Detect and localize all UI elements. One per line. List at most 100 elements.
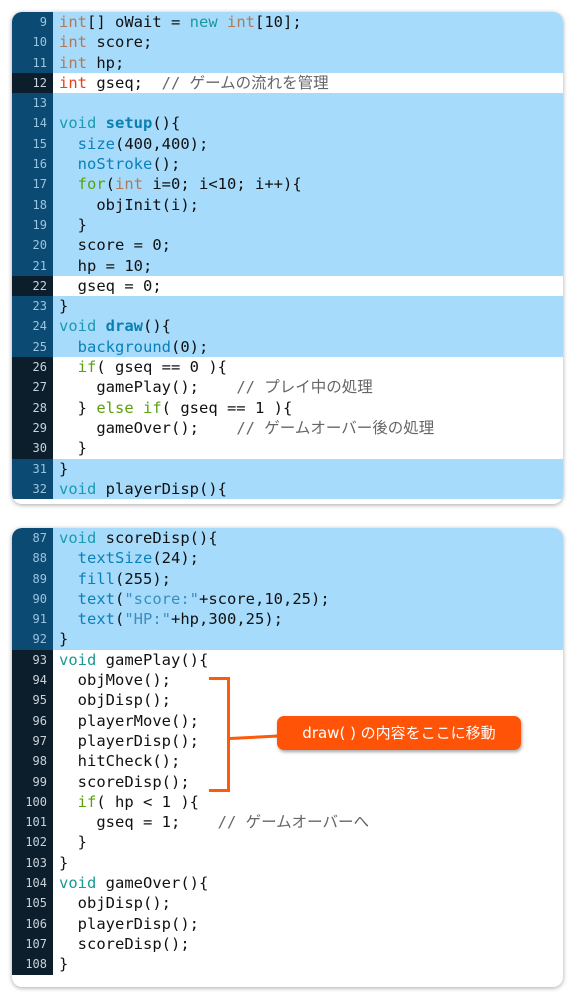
code-text: objMove(); <box>53 670 171 690</box>
code-line: 16 noStroke(); <box>12 154 563 175</box>
code-text: } else if( gseq == 1 ){ <box>53 398 293 418</box>
line-number: 25 <box>12 336 53 358</box>
code-token: void <box>59 479 97 498</box>
line-number: 15 <box>12 133 53 155</box>
code-line: 25 background(0); <box>12 336 563 358</box>
code-line: 103} <box>12 852 563 874</box>
code-text: } <box>53 832 87 852</box>
code-line: 19 } <box>12 214 563 236</box>
line-number: 103 <box>12 852 53 874</box>
line-number: 104 <box>12 873 53 894</box>
code-text: background(0); <box>53 337 209 357</box>
code-token: scoreDisp(); <box>59 934 190 953</box>
code-text: void draw(){ <box>53 316 171 336</box>
code-token: gameOver(){ <box>96 874 209 893</box>
code-text: textSize(24); <box>53 548 199 568</box>
code-text: } <box>53 215 87 235</box>
code-line: 105 objDisp(); <box>12 893 563 914</box>
code-line: 30 } <box>12 438 563 459</box>
line-number: 28 <box>12 397 53 418</box>
line-number: 101 <box>12 812 53 833</box>
code-text: text("HP:"+hp,300,25); <box>53 609 283 629</box>
code-token: (){ <box>143 317 171 336</box>
code-line: 106 playerDisp(); <box>12 913 563 934</box>
code-token: "score:" <box>124 589 199 608</box>
code-line: 32 void playerDisp(){ <box>12 478 563 500</box>
line-number: 91 <box>12 609 53 630</box>
code-line: 20 score = 0; <box>12 235 563 256</box>
line-number: 93 <box>12 649 53 671</box>
code-line: 12 int gseq; // ゲームの流れを管理 <box>12 72 563 94</box>
code-token: int <box>115 175 144 194</box>
code-token: objDisp(); <box>59 894 171 913</box>
code-line: 28 } else if( gseq == 1 ){ <box>12 397 563 418</box>
code-line: 26 if( gseq == 0 ){ <box>12 357 563 378</box>
code-text: if( gseq == 0 ){ <box>53 357 227 377</box>
code-token: playerDisp(){ <box>96 479 227 498</box>
line-number: 87 <box>12 528 53 549</box>
code-token: ( gseq == 0 ){ <box>96 358 227 377</box>
code-line: 87 void scoreDisp(){ <box>12 528 563 549</box>
code-line: 101 gseq = 1; // ゲームオーバーへ <box>12 812 563 833</box>
code-token: draw <box>105 317 143 336</box>
code-line: 93 void gamePlay(){ <box>12 649 563 671</box>
code-line: 95 objDisp(); <box>12 690 563 711</box>
code-line: 92} <box>12 629 563 650</box>
code-token: void <box>59 114 97 133</box>
code-text: hitCheck(); <box>53 751 181 771</box>
code-token: gamePlay(){ <box>96 650 209 669</box>
code-token: text <box>77 589 115 608</box>
code-token: } <box>59 398 97 417</box>
code-token: gamePlay(); <box>59 378 237 397</box>
code-panel-top: 9 int[] oWait = new int[10]; 10 int score; 1… <box>12 12 563 504</box>
line-number: 23 <box>12 296 53 317</box>
code-token: gseq; <box>87 73 162 92</box>
code-line: 100 if( hp < 1 ){ <box>12 791 563 813</box>
code-text: gseq = 0; <box>53 276 162 296</box>
code-token: text <box>77 610 115 629</box>
line-number: 94 <box>12 670 53 691</box>
code-token: int <box>59 73 87 92</box>
code-text: fill(255); <box>53 569 171 589</box>
code-line: 102 } <box>12 832 563 853</box>
code-token: noStroke <box>77 155 153 174</box>
code-comment: // ゲームオーバー後の処理 <box>236 418 435 437</box>
code-text: } <box>53 954 68 974</box>
code-token: } <box>59 853 69 872</box>
code-token: int <box>59 53 87 72</box>
code-token: objDisp(); <box>59 691 171 710</box>
line-number: 21 <box>12 255 53 276</box>
code-token: ( <box>115 589 125 608</box>
line-number: 88 <box>12 548 53 569</box>
line-number: 99 <box>12 771 53 792</box>
code-text: int score; <box>53 32 152 52</box>
code-text: score = 0; <box>53 235 171 255</box>
code-token: int <box>59 33 87 52</box>
line-number: 105 <box>12 893 53 914</box>
line-number: 108 <box>12 954 53 975</box>
code-line: 108} <box>12 954 563 975</box>
line-number: 19 <box>12 214 53 236</box>
code-line: 88 textSize(24); <box>12 548 563 569</box>
code-line: 21 hp = 10; <box>12 255 563 276</box>
code-token: ( <box>115 610 125 629</box>
code-line: 90 text("score:"+score,10,25); <box>12 588 563 610</box>
line-number: 12 <box>12 72 53 94</box>
annotation-bracket <box>209 677 230 792</box>
code-line: 107 scoreDisp(); <box>12 933 563 955</box>
code-line: 17 for(int i=0; i<10; i++){ <box>12 174 563 195</box>
code-token: hp; <box>87 53 125 72</box>
code-text: } <box>53 438 87 458</box>
code-text: scoreDisp(); <box>53 934 190 954</box>
code-token: (){ <box>152 114 181 133</box>
code-text: playerDisp(); <box>53 914 199 934</box>
code-token: } <box>59 439 87 458</box>
code-token: playerMove(); <box>59 711 199 730</box>
